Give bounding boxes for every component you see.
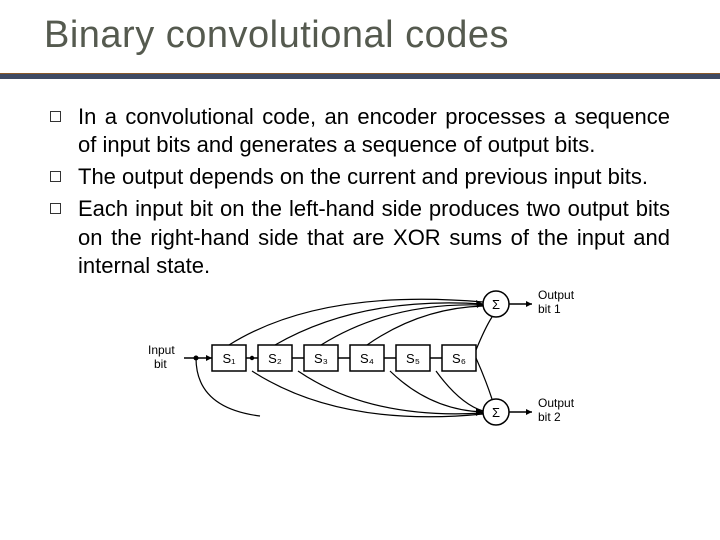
- input-label-line1: Input: [148, 343, 175, 357]
- tap-line: [476, 317, 492, 350]
- state-label: S₂: [268, 351, 282, 366]
- slide-body: In a convolutional code, an encoder proc…: [0, 79, 720, 433]
- state-label: S₃: [314, 351, 328, 366]
- state-label: S₄: [360, 351, 374, 366]
- bullet-item: Each input bit on the left-hand side pro…: [50, 195, 670, 279]
- bullet-list: In a convolutional code, an encoder proc…: [50, 103, 670, 280]
- arrow-head-icon: [526, 409, 532, 415]
- arrow-head-icon: [526, 301, 532, 307]
- slide-title: Binary convolutional codes: [44, 14, 720, 57]
- output-label-top-2: bit 1: [538, 302, 561, 316]
- title-area: Binary convolutional codes: [0, 0, 720, 57]
- output-label-bottom-2: bit 2: [538, 410, 561, 424]
- input-label-line2: bit: [154, 357, 167, 371]
- bullet-item: In a convolutional code, an encoder proc…: [50, 103, 670, 159]
- bullet-text: The output depends on the current and pr…: [78, 163, 670, 191]
- diagram-container: Input bit S₁ S₂ S₃ S₄: [50, 278, 670, 433]
- bullet-text: Each input bit on the left-hand side pro…: [78, 195, 670, 279]
- output-label-top-1: Output: [538, 288, 575, 302]
- state-label: S₁: [222, 351, 236, 366]
- encoder-diagram: Input bit S₁ S₂ S₃ S₄: [140, 278, 580, 433]
- arrow-head-icon: [206, 355, 212, 361]
- sum-symbol-bottom: Σ: [492, 405, 500, 420]
- state-label: S₆: [452, 351, 466, 366]
- sum-symbol-top: Σ: [492, 297, 500, 312]
- bullet-text: In a convolutional code, an encoder proc…: [78, 103, 670, 159]
- bullet-item: The output depends on the current and pr…: [50, 163, 670, 191]
- slide: Binary convolutional codes In a convolut…: [0, 0, 720, 540]
- state-label: S₅: [406, 351, 420, 366]
- output-label-bottom-1: Output: [538, 396, 575, 410]
